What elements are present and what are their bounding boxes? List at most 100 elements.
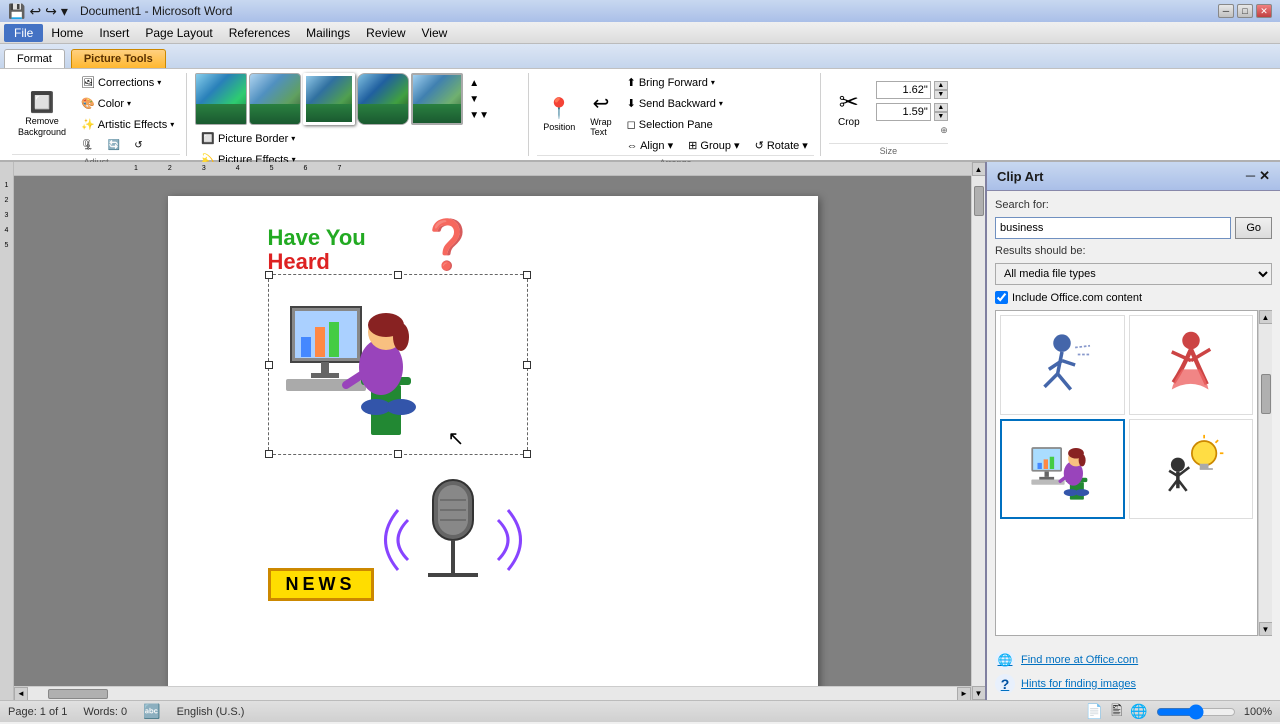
tab-picture-tools[interactable]: Picture Tools <box>71 49 166 68</box>
clip-scroll-thumb[interactable] <box>1261 374 1271 414</box>
hints-link[interactable]: ? Hints for finding images <box>995 674 1272 694</box>
reset-picture-button[interactable]: ↺ <box>128 137 148 154</box>
h-scroll-track[interactable] <box>28 688 957 700</box>
selection-pane-button[interactable]: ◻ Selection Pane <box>621 115 814 134</box>
menu-page-layout[interactable]: Page Layout <box>137 24 220 42</box>
pic-style-5[interactable] <box>411 73 463 125</box>
more-quick-btn[interactable]: ▾ <box>61 3 68 20</box>
h-scroll-left-btn[interactable]: ◄ <box>14 687 28 701</box>
handle-tr[interactable] <box>523 271 531 279</box>
compress-picture-button[interactable]: 🗜 <box>75 137 100 154</box>
v-scroll-thumb[interactable] <box>974 186 984 216</box>
border-icon: 🔲 <box>201 132 215 145</box>
go-button[interactable]: Go <box>1235 217 1272 239</box>
menu-references[interactable]: References <box>221 24 298 42</box>
clip-art-item-4[interactable] <box>1129 419 1254 519</box>
styles-scroll-up[interactable]: ▲ <box>467 76 491 91</box>
group-button[interactable]: ⊞ Group ▾ <box>682 136 745 155</box>
results-select[interactable]: All media file types <box>995 263 1272 285</box>
document-page[interactable]: Have YouHeard ❓ <box>168 196 818 686</box>
menu-file[interactable]: File <box>4 24 43 42</box>
clip-scroll-up-btn[interactable]: ▲ <box>1259 310 1273 324</box>
menu-home[interactable]: Home <box>43 24 91 42</box>
v-scrollbar[interactable]: ▲ ▼ <box>971 162 985 700</box>
h-scrollbar[interactable]: ◄ ► <box>14 686 971 700</box>
save-quick-btn[interactable]: 💾 <box>8 3 25 20</box>
width-input[interactable] <box>876 103 931 121</box>
hints-label: Hints for finding images <box>1021 678 1136 690</box>
styles-expand[interactable]: ▼▼ <box>467 108 491 123</box>
adjust-group: 🔲 RemoveBackground 🖼 Corrections ▾ 🎨 Col… <box>6 73 187 156</box>
title-bar-controls: ─ □ ✕ <box>1218 4 1272 18</box>
handle-br[interactable] <box>523 450 531 458</box>
adjust-group-content: 🔲 RemoveBackground 🖼 Corrections ▾ 🎨 Col… <box>12 73 180 154</box>
close-button[interactable]: ✕ <box>1256 4 1272 18</box>
handle-bm[interactable] <box>394 450 402 458</box>
size-dialog-btn[interactable]: ⊕ <box>876 125 948 136</box>
view-normal-btn[interactable]: 📄 <box>1086 703 1103 720</box>
width-up-btn[interactable]: ▲ <box>934 103 948 112</box>
height-input[interactable] <box>876 81 931 99</box>
position-button[interactable]: 📍 Position <box>537 87 581 141</box>
handle-ml[interactable] <box>265 361 273 369</box>
selected-image-frame[interactable] <box>268 274 528 455</box>
handle-tl[interactable] <box>265 271 273 279</box>
pic-style-2[interactable] <box>249 73 301 125</box>
clip-art-item-1[interactable] <box>1000 315 1125 415</box>
change-picture-button[interactable]: 🔄 <box>102 137 126 154</box>
zoom-slider[interactable] <box>1156 707 1236 717</box>
bring-forward-button[interactable]: ⬆ Bring Forward ▾ <box>621 73 814 92</box>
h-scroll-thumb[interactable] <box>48 689 108 699</box>
proofing-icon[interactable]: 🔤 <box>143 703 160 720</box>
menu-insert[interactable]: Insert <box>91 24 137 42</box>
menu-view[interactable]: View <box>414 24 456 42</box>
maximize-button[interactable]: □ <box>1237 4 1253 18</box>
v-scroll-track[interactable] <box>973 176 985 686</box>
clip-art-item-3[interactable] <box>1000 419 1125 519</box>
redo-quick-btn[interactable]: ↪ <box>45 3 57 20</box>
send-backward-button[interactable]: ⬇ Send Backward ▾ <box>621 94 814 113</box>
rotate-button[interactable]: ↺ Rotate ▾ <box>749 136 814 155</box>
color-button[interactable]: 🎨 Color ▾ <box>75 94 180 113</box>
align-button[interactable]: ⇔ Align ▾ <box>621 136 680 155</box>
width-down-btn[interactable]: ▼ <box>934 112 948 121</box>
clip-art-item-2[interactable] <box>1129 315 1254 415</box>
styles-scroll-down[interactable]: ▼ <box>467 92 491 107</box>
zoom-level: 100% <box>1244 706 1272 718</box>
menu-review[interactable]: Review <box>358 24 413 42</box>
clip-art-close-btn[interactable]: ✕ <box>1259 168 1270 184</box>
v-scroll-up-btn[interactable]: ▲ <box>972 162 986 176</box>
pic-style-1[interactable] <box>195 73 247 125</box>
menu-mailings[interactable]: Mailings <box>298 24 358 42</box>
search-input[interactable] <box>995 217 1231 239</box>
include-checkbox[interactable] <box>995 291 1008 304</box>
view-web-btn[interactable]: 🌐 <box>1130 703 1147 720</box>
handle-mr[interactable] <box>523 361 531 369</box>
doc-main-image[interactable]: Have YouHeard ❓ <box>268 226 528 601</box>
doc-scroll[interactable]: Have YouHeard ❓ <box>14 176 971 686</box>
crop-button[interactable]: ✂ Crop <box>829 84 869 132</box>
clip-art-minimize-btn[interactable]: ─ <box>1246 168 1255 184</box>
pic-style-3[interactable] <box>303 73 355 125</box>
remove-background-button[interactable]: 🔲 RemoveBackground <box>12 86 72 142</box>
undo-quick-btn[interactable]: ↩ <box>29 3 41 20</box>
include-row: Include Office.com content <box>995 291 1272 304</box>
handle-bl[interactable] <box>265 450 273 458</box>
find-more-link[interactable]: 🌐 Find more at Office.com <box>995 650 1272 670</box>
clip-scroll-down-btn[interactable]: ▼ <box>1259 622 1273 636</box>
height-up-btn[interactable]: ▲ <box>934 81 948 90</box>
size-inputs: ▲ ▼ ▲ ▼ ⊕ <box>876 81 948 136</box>
clip-art-scrollbar[interactable]: ▲ ▼ <box>1258 310 1272 636</box>
tab-format[interactable]: Format <box>4 49 65 68</box>
corrections-button[interactable]: 🖼 Corrections ▾ <box>75 73 180 92</box>
picture-border-button[interactable]: 🔲 Picture Border ▾ <box>195 129 491 148</box>
minimize-button[interactable]: ─ <box>1218 4 1234 18</box>
handle-tm[interactable] <box>394 271 402 279</box>
wrap-text-button[interactable]: ↩ WrapText <box>584 87 617 141</box>
v-scroll-down-btn[interactable]: ▼ <box>972 686 986 700</box>
pic-style-4[interactable] <box>357 73 409 125</box>
artistic-effects-button[interactable]: ✨ Artistic Effects ▾ <box>75 115 180 134</box>
height-down-btn[interactable]: ▼ <box>934 90 948 99</box>
clip-scroll-track[interactable] <box>1260 324 1272 622</box>
h-scroll-right-btn[interactable]: ► <box>957 687 971 701</box>
